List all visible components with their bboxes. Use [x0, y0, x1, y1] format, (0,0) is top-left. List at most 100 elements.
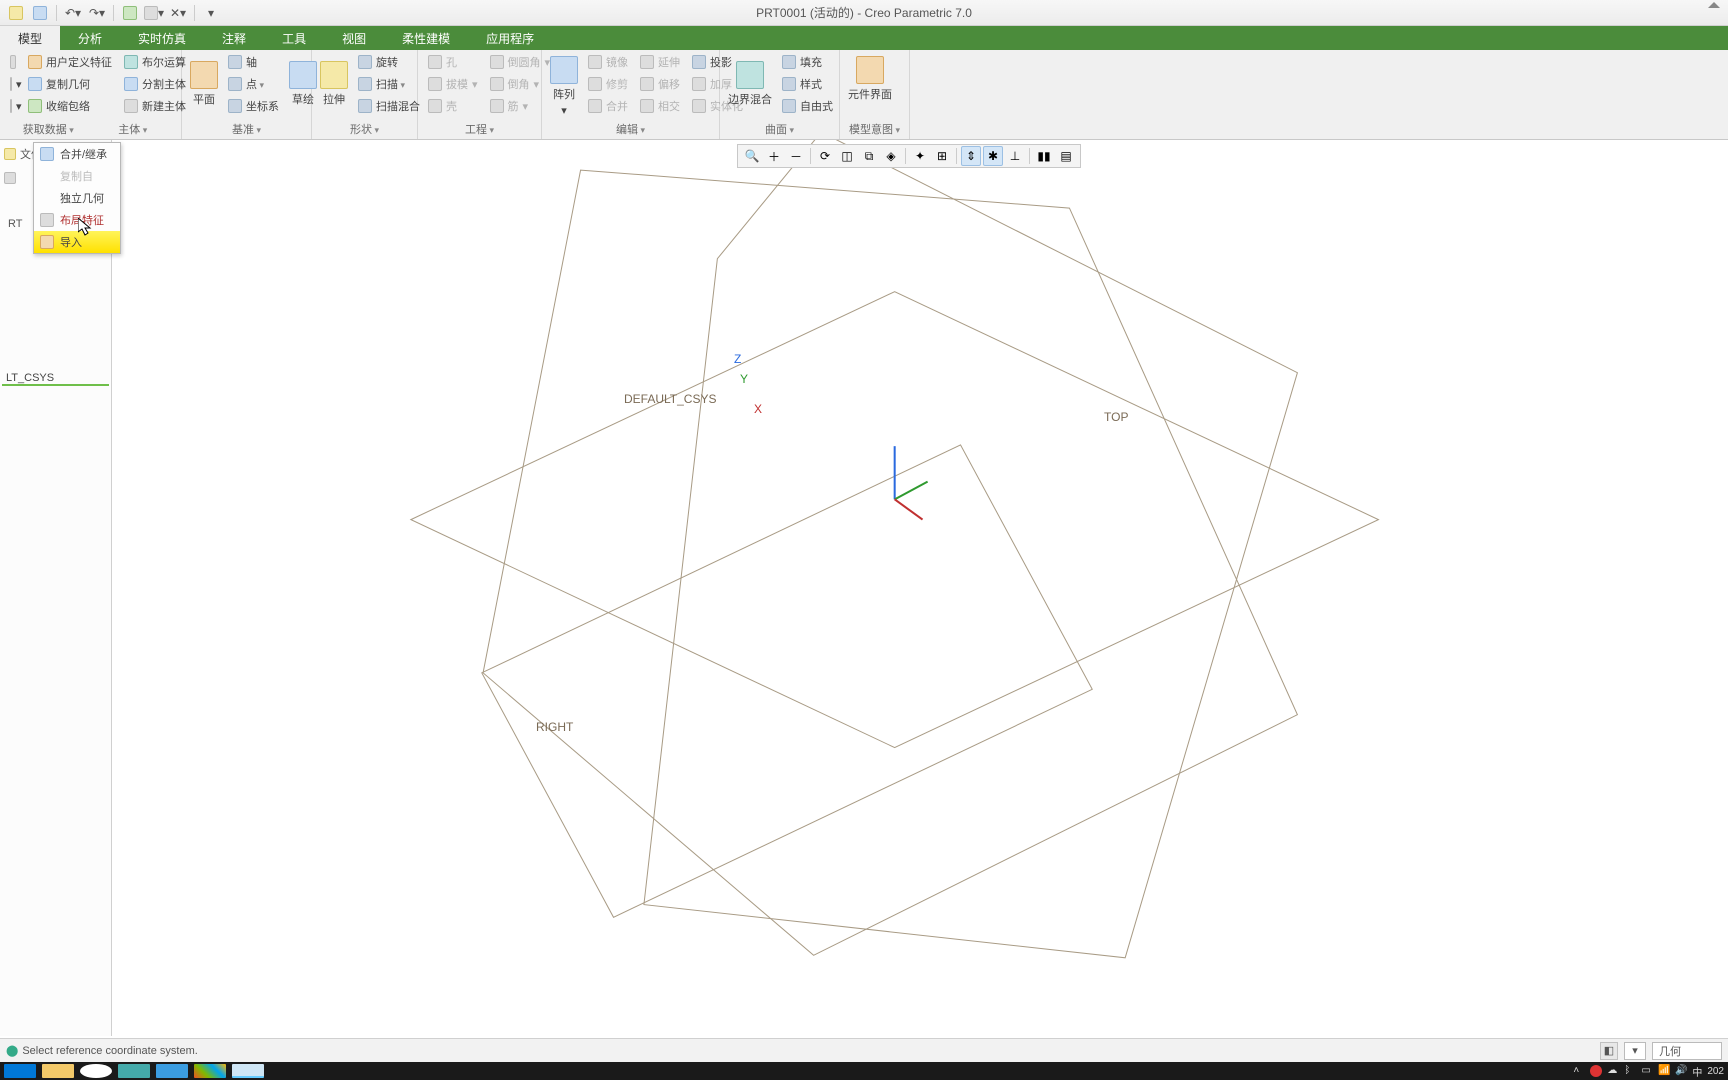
ribbon-collapse-icon[interactable] [1708, 2, 1720, 8]
tray-wifi-icon[interactable]: 📶 [1658, 1065, 1670, 1077]
group-datum-label: 基准 [188, 121, 305, 139]
menu-merge-inherit[interactable]: 合并/继承 [34, 143, 120, 165]
qat-new-icon[interactable] [6, 3, 26, 23]
more-display-icon[interactable]: ▤ [1056, 146, 1076, 166]
perspective-icon[interactable]: ◈ [881, 146, 901, 166]
task-app2-icon[interactable] [156, 1064, 188, 1078]
task-app1-icon[interactable] [118, 1064, 150, 1078]
tray-ime-label[interactable]: 中 [1692, 1064, 1702, 1079]
spin-center-icon[interactable]: ▮▮ [1034, 146, 1054, 166]
refit-icon[interactable]: 🔍 [742, 146, 762, 166]
group-edit-label: 编辑 [548, 121, 713, 139]
qat-window-icon[interactable]: ▾ [144, 3, 164, 23]
tab-tools[interactable]: 工具 [264, 26, 324, 50]
tab-apps[interactable]: 应用程序 [468, 26, 552, 50]
udf-button[interactable]: 用户定义特征 [24, 52, 116, 72]
plane-button[interactable]: 平面 [188, 52, 220, 116]
component-interface-button[interactable]: 元件界面 [846, 52, 894, 106]
tree-tool-icon[interactable] [4, 172, 16, 184]
copy-geom-button[interactable]: 复制几何 [24, 74, 116, 94]
tray-shield-icon[interactable] [1590, 1065, 1602, 1077]
qat-redo-icon[interactable]: ↷▾ [87, 3, 107, 23]
group-body-label[interactable]: 主体 [91, 121, 176, 139]
shrinkwrap-button[interactable]: 收缩包络 [24, 96, 116, 116]
group-model-intent-label: 模型意图 [846, 121, 903, 139]
task-creo-icon[interactable] [232, 1064, 264, 1078]
menu-import[interactable]: 导入 [34, 231, 120, 253]
task-app3-icon[interactable] [194, 1064, 226, 1078]
style-button[interactable]: 样式 [778, 74, 837, 94]
annotation-display-icon[interactable]: ⊞ [932, 146, 952, 166]
point-display-icon[interactable]: ✱ [983, 146, 1003, 166]
axis-button[interactable]: 轴 [224, 52, 283, 72]
qat-regen-icon[interactable] [120, 3, 140, 23]
menu-layout-feature[interactable]: 布局特征 [34, 209, 120, 231]
tray-volume-icon[interactable]: 🔊 [1675, 1065, 1687, 1077]
model-tree-panel[interactable]: 文件 RT LT_CSYS [0, 140, 112, 1036]
group-get-data-label[interactable]: 获取数据 [6, 121, 91, 139]
zoom-out-icon[interactable]: － [786, 146, 806, 166]
qat-close-icon[interactable]: ✕▾ [168, 3, 188, 23]
repaint-icon[interactable]: ⟳ [815, 146, 835, 166]
csys-button[interactable]: 坐标系 [224, 96, 283, 116]
title-bar: ↶▾ ↷▾ ▾ ✕▾ ▾ PRT0001 (活动的) - Creo Parame… [0, 0, 1728, 26]
op-placeholder-3[interactable]: ▾ [6, 96, 20, 116]
tab-flex[interactable]: 柔性建模 [384, 26, 468, 50]
tray-clock[interactable]: 202 [1707, 1066, 1724, 1077]
status-message: Select reference coordinate system. [22, 1045, 197, 1057]
tab-live-sim[interactable]: 实时仿真 [120, 26, 204, 50]
intersect-button: 相交 [636, 96, 684, 116]
tree-csys-node[interactable]: LT_CSYS [2, 372, 109, 386]
saved-view-icon[interactable]: ⧉ [859, 146, 879, 166]
quick-access-toolbar: ↶▾ ↷▾ ▾ ✕▾ ▾ [0, 3, 221, 23]
fill-button[interactable]: 填充 [778, 52, 837, 72]
axis-display-icon[interactable]: ⇕ [961, 146, 981, 166]
tab-view[interactable]: 视图 [324, 26, 384, 50]
in-graphics-toolbar: 🔍 ＋ － ⟳ ◫ ⧉ ◈ ✦ ⊞ ⇕ ✱ ⊥ ▮▮ ▤ [737, 144, 1081, 168]
boundary-blend-button[interactable]: 边界混合 [726, 52, 774, 116]
menu-independent-geom[interactable]: 独立几何 [34, 187, 120, 209]
op-placeholder-2[interactable]: ▾ [6, 74, 20, 94]
task-explorer-icon[interactable] [42, 1064, 74, 1078]
selection-mode-icon[interactable]: ◧ [1600, 1042, 1618, 1060]
draft-button: 拔模▾ [424, 74, 482, 94]
zoom-in-icon[interactable]: ＋ [764, 146, 784, 166]
tray-chevron-icon[interactable]: ˄ [1573, 1065, 1585, 1077]
tray-battery-icon[interactable]: ▭ [1641, 1065, 1653, 1077]
pattern-button[interactable]: 阵列▾ [548, 52, 580, 121]
selection-filter[interactable]: 几何 [1652, 1042, 1722, 1060]
csys-label: DEFAULT_CSYS [624, 392, 716, 406]
top-plane-label: TOP [1104, 410, 1128, 424]
start-button[interactable] [4, 1064, 36, 1078]
boolean-button[interactable]: 布尔运算 [120, 52, 190, 72]
graphics-area[interactable]: 🔍 ＋ － ⟳ ◫ ⧉ ◈ ✦ ⊞ ⇕ ✱ ⊥ ▮▮ ▤ [112, 140, 1728, 1036]
new-body-button[interactable]: 新建主体 [120, 96, 190, 116]
tab-annotate[interactable]: 注释 [204, 26, 264, 50]
datum-display-icon[interactable]: ✦ [910, 146, 930, 166]
swept-blend-button[interactable]: 扫描混合 [354, 96, 424, 116]
group-shape-label: 形状 [318, 121, 411, 139]
extrude-button[interactable]: 拉伸 [318, 52, 350, 116]
status-bar: ⬤ Select reference coordinate system. ◧ … [0, 1038, 1728, 1062]
tray-cloud-icon[interactable]: ☁ [1607, 1065, 1619, 1077]
freestyle-button[interactable]: 自由式 [778, 96, 837, 116]
offset-button: 偏移 [636, 74, 684, 94]
tray-bt-icon[interactable]: ᛒ [1624, 1065, 1636, 1077]
display-style-icon[interactable]: ◫ [837, 146, 857, 166]
qat-more-icon[interactable]: ▾ [201, 3, 221, 23]
task-chrome-icon[interactable] [80, 1064, 112, 1078]
tab-model[interactable]: 模型 [0, 26, 60, 50]
revolve-button[interactable]: 旋转 [354, 52, 424, 72]
qat-undo-icon[interactable]: ↶▾ [63, 3, 83, 23]
sweep-button[interactable]: 扫描 [354, 74, 424, 94]
csys-display-icon[interactable]: ⊥ [1005, 146, 1025, 166]
status-icon: ⬤ [6, 1044, 18, 1057]
window-title: PRT0001 (活动的) - Creo Parametric 7.0 [0, 4, 1728, 21]
qat-save-icon[interactable] [30, 3, 50, 23]
op-placeholder-1[interactable] [6, 52, 20, 72]
merge-button: 合并 [584, 96, 632, 116]
tab-analysis[interactable]: 分析 [60, 26, 120, 50]
split-body-button[interactable]: 分割主体 [120, 74, 190, 94]
point-button[interactable]: 点 [224, 74, 283, 94]
selection-count-dropdown[interactable]: ▾ [1624, 1042, 1646, 1060]
